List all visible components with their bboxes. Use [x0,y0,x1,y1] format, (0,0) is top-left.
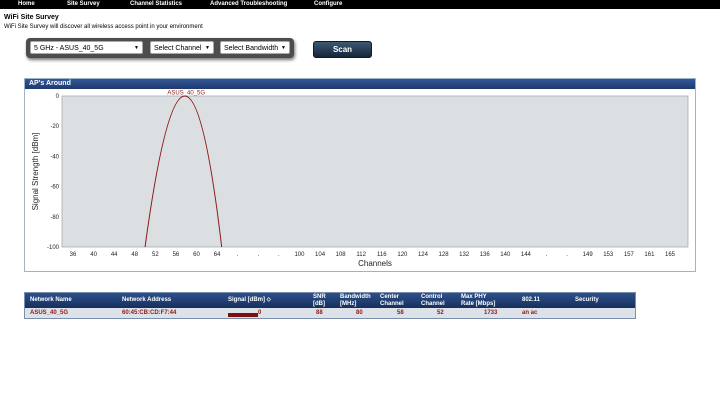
chevron-down-icon: ▼ [205,45,210,51]
y-tick-label: -80 [50,215,59,221]
col-control-line1: Control [421,294,443,300]
x-tick-label: 124 [418,252,429,258]
signal-chart: 0 -20 -40 -60 -80 -100 36 40 44 48 52 56 60 64... 100 1… [31,91,689,268]
channel-select[interactable]: Select Channel ▼ [150,41,214,54]
col-control-line2: Channel [421,301,445,307]
y-tick-label: -100 [47,245,60,251]
cell-max-phy-rate: 1733 [484,310,498,316]
x-tick-label: 149 [583,252,594,258]
x-tick-label: 140 [500,252,511,258]
x-tick-label: 120 [397,252,408,258]
col-snr-line2: [dB] [313,301,325,307]
x-tick-label: 44 [111,252,118,258]
x-tick-label: 144 [521,252,532,258]
channel-select-value: Select Channel [154,45,202,52]
scan-controls-panel: 5 GHz - ASUS_40_5G ▼ Select Channel ▼ Se… [26,38,294,58]
x-tick-label: 60 [193,252,200,258]
y-tick-label: 0 [56,94,60,100]
band-select-value: 5 GHz - ASUS_40_5G [34,45,104,52]
table-row[interactable]: ASUS_40_5G 60:45:CB:CD:F7:44 0 88 80 58 … [25,308,635,318]
x-tick-label: 116 [377,252,387,258]
nav-advanced-troubleshooting[interactable]: Advanced Troubleshooting [210,0,287,9]
col-rate-line1: Max PHY [461,294,487,300]
col-center-line1: Center [380,294,400,300]
cell-80211: an ac [522,310,538,316]
x-tick-label: 40 [90,252,97,258]
y-tick-label: -20 [50,124,59,130]
cell-snr: 88 [316,310,323,316]
bandwidth-select-value: Select Bandwidth [224,45,279,52]
col-control-channel[interactable]: Control Channel [421,294,445,308]
x-tick-label: . [278,252,280,258]
col-rate-line2: Rate [Mbps] [461,301,496,307]
page-subtitle: WiFi Site Survey will discover all wirel… [4,24,203,30]
x-tick-label: . [257,252,259,258]
band-select[interactable]: 5 GHz - ASUS_40_5G ▼ [30,41,143,54]
plot-area [61,95,689,248]
top-nav-bar: Home Site Survey Channel Statistics Adva… [0,0,720,9]
nav-configure[interactable]: Configure [314,0,342,9]
x-tick-label: 136 [480,252,491,258]
chevron-down-icon: ▼ [134,45,139,51]
x-axis-label: Channels [358,259,392,268]
x-tick-label: 48 [131,252,138,258]
signal-strength-bar [228,313,258,317]
cell-bandwidth: 80 [356,310,363,316]
x-tick-label: 108 [336,252,347,258]
col-bandwidth-line1: Bandwidth [340,294,371,300]
x-tick-label: 165 [665,252,676,258]
col-center-line2: Channel [380,301,404,307]
x-tick-label: 132 [459,252,470,258]
y-tick-label: -40 [50,154,59,160]
x-tick-label: 128 [439,252,450,258]
series-label: ASUS_40_5G [167,91,205,97]
x-tick-label: 52 [152,252,159,258]
nav-home[interactable]: Home [18,0,35,9]
nav-channel-statistics[interactable]: Channel Statistics [130,0,182,9]
cell-control-channel: 52 [437,310,444,316]
x-tick-label: 100 [294,252,305,258]
col-center-channel[interactable]: Center Channel [380,294,404,308]
col-signal[interactable]: Signal [dBm] ⬦ [228,297,271,304]
cell-signal: 0 [258,310,262,316]
col-security[interactable]: Security [575,297,599,304]
table-header: Network Name Network Address Signal [dBm… [25,293,635,308]
bandwidth-select[interactable]: Select Bandwidth ▼ [220,41,290,54]
x-tick-label: . [546,252,548,258]
col-snr-line1: SNR [313,294,326,300]
col-max-phy-rate[interactable]: Max PHY Rate [Mbps] [461,294,495,308]
cell-network-address: 60:45:CB:CD:F7:44 [122,310,177,316]
cell-center-channel: 58 [397,310,404,316]
aps-around-panel: AP's Around 0 -20 -40 -60 -80 -100 36 40 44 48 52 5… [24,78,696,272]
panel-title: AP's Around [25,79,695,89]
scan-button[interactable]: Scan [313,41,372,58]
col-network-name[interactable]: Network Name [30,297,72,304]
x-tick-label: 112 [356,252,366,258]
x-tick-label: 36 [70,252,77,258]
col-network-address[interactable]: Network Address [122,297,171,304]
x-tick-label: 104 [315,252,326,258]
chevron-down-icon: ▼ [281,45,286,51]
x-tick-label: 56 [173,252,180,258]
networks-table: Network Name Network Address Signal [dBm… [24,292,636,319]
x-tick-label: . [566,252,568,258]
y-tick-label: -60 [50,185,59,191]
col-bandwidth[interactable]: Bandwidth [MHz] [340,294,371,308]
x-tick-label: 157 [624,252,635,258]
y-axis-label: Signal Strength [dBm] [31,133,40,211]
x-tick-label: 161 [644,252,655,258]
nav-site-survey[interactable]: Site Survey [67,0,100,9]
col-snr[interactable]: SNR [dB] [313,294,326,308]
col-80211[interactable]: 802.11 [522,297,540,304]
x-tick-label: . [237,252,239,258]
col-bandwidth-line2: [MHz] [340,301,357,307]
x-tick-label: 64 [214,252,221,258]
page-title: WiFi Site Survey [4,14,59,21]
cell-network-name: ASUS_40_5G [30,310,69,316]
x-tick-label: 153 [603,252,614,258]
